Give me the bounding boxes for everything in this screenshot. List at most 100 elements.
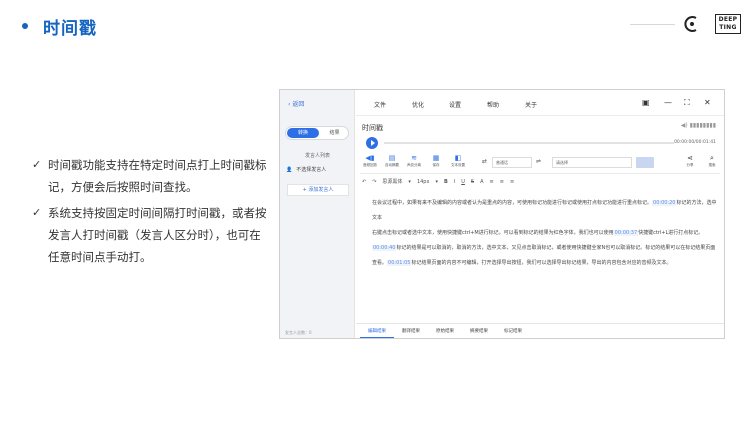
- font-select[interactable]: 思源黑体: [382, 178, 402, 185]
- bullet-list: ✓ 时间戳功能支持在特定时间点打上时间戳标记，方便会后按照时间查找。 ✓ 系统支…: [32, 154, 272, 272]
- toolbar-label: 自动摘要: [385, 163, 399, 167]
- toolbar-audio-replay[interactable]: ◀▮ 音频回放: [360, 154, 380, 168]
- tab-summary-result[interactable]: 摘要结果: [462, 324, 496, 338]
- text-color-button[interactable]: A: [480, 179, 483, 185]
- summary-icon: ▤: [388, 154, 396, 162]
- speaker-option[interactable]: 👤 不选择发言人: [286, 166, 327, 174]
- bullet-item: ✓ 时间戳功能支持在特定时间点打上时间戳标记，方便会后按照时间查找。: [32, 154, 272, 198]
- menu-optimize[interactable]: 优化: [412, 100, 424, 109]
- menu-help[interactable]: 帮助: [487, 100, 499, 109]
- timestamp-tag[interactable]: 00:00:20: [652, 200, 677, 206]
- toolbar-label: 文本设置: [451, 163, 465, 167]
- translate-button[interactable]: [636, 157, 654, 168]
- language-icon: ⇄: [482, 158, 488, 165]
- add-speaker-label: 添加发言人: [308, 187, 334, 193]
- menu-file[interactable]: 文件: [374, 100, 386, 109]
- document-title: 时间戳: [362, 124, 383, 132]
- paragraph-text: 在会议过程中，如果有来不及编辑的内容或者认为是重点的内容，可使用标记功能进行标记…: [372, 200, 653, 206]
- slide-title: 时间戳: [43, 19, 97, 39]
- redo-icon[interactable]: ↷: [372, 179, 376, 185]
- align-left-button[interactable]: ≡: [490, 179, 494, 185]
- paragraph-text: 快捷键ctrl+L进行打点标记。: [638, 230, 704, 236]
- back-label: 返回: [292, 101, 305, 108]
- header-divider: [630, 24, 675, 25]
- app-window: ‹ 返回 转换 结果 发言人列表 👤 不选择发言人 + 添加发言人 发言人总数：…: [279, 89, 725, 339]
- tab-original-result[interactable]: 原始结果: [428, 324, 462, 338]
- toggle-convert[interactable]: 转换: [287, 128, 319, 138]
- check-icon: ✓: [32, 206, 42, 219]
- speaker-list-label: 发言人列表: [304, 153, 330, 159]
- text-settings-icon: ◧: [454, 154, 462, 162]
- audio-waveform[interactable]: [384, 142, 674, 144]
- back-link[interactable]: ‹ 返回: [288, 99, 304, 108]
- toolbar-voice-separation[interactable]: ≋ 声纹分离: [404, 154, 424, 168]
- format-bar: ↶ ↷ 思源黑体 ▾ 14px ▾ B I U S A ≡ ≡ ≡: [362, 178, 514, 186]
- brand-mark-icon: [684, 16, 697, 32]
- underline-button[interactable]: U: [461, 179, 465, 185]
- menu-about[interactable]: 关于: [525, 100, 537, 109]
- search-icon: ⌕: [710, 154, 714, 162]
- toolbar-label: 音频回放: [363, 163, 377, 167]
- chevron-down-icon: ▾: [435, 178, 438, 185]
- align-center-button[interactable]: ≡: [500, 179, 504, 185]
- paragraph: 右键点击标记或者选中文本，使用快捷键ctrl+M进行标记，可以看到标记的结果为红…: [362, 226, 718, 241]
- timestamp-tag[interactable]: 00:01:05: [387, 260, 412, 266]
- tab-edit-result[interactable]: 编辑结果: [360, 324, 394, 338]
- timestamp-tag[interactable]: 00:00:37: [613, 230, 639, 236]
- target-select[interactable]: 请选择: [552, 157, 632, 168]
- close-icon[interactable]: ✕: [704, 98, 711, 107]
- bullet-text: 系统支持按固定时间间隔打时间戳，或者按发言人打时间戳（发言人区分时），也可在任意…: [48, 206, 267, 264]
- toolbar-label: 分享: [686, 163, 694, 167]
- waveform-icon: ≋: [411, 154, 417, 162]
- mode-toggle[interactable]: 转换 结果: [285, 126, 349, 140]
- paragraph-text: 右键点击标记或者选中文本，使用快捷键ctrl+M进行标记，可以看到标记的结果为红…: [372, 230, 614, 236]
- rewind-icon: ◀▮: [365, 154, 375, 162]
- result-tabs: 编辑结果 翻译结果 原始结果 摘要结果 标记结果: [356, 323, 724, 338]
- menu-settings[interactable]: 设置: [449, 100, 461, 109]
- chevron-down-icon: ▾: [408, 178, 411, 185]
- add-speaker-button[interactable]: + 添加发言人: [287, 184, 349, 196]
- toolbar-label: 搜索: [708, 163, 716, 167]
- italic-button[interactable]: I: [454, 179, 455, 185]
- person-icon: 👤: [286, 166, 293, 173]
- toolbar-auto-summary[interactable]: ▤ 自动摘要: [382, 154, 402, 168]
- window-icon[interactable]: ▣: [642, 98, 650, 107]
- share-icon: ⋖: [687, 154, 693, 162]
- bullet-item: ✓ 系统支持按固定时间间隔打时间戳，或者按发言人打时间戳（发言人区分时），也可在…: [32, 202, 272, 268]
- speaker-option-label: 不选择发言人: [296, 167, 327, 173]
- play-button[interactable]: [366, 137, 378, 149]
- tab-translate-result[interactable]: 翻译结果: [394, 324, 428, 338]
- undo-icon[interactable]: ↶: [362, 179, 366, 185]
- save-icon: ▦: [432, 154, 440, 162]
- strike-button[interactable]: S: [471, 179, 474, 185]
- language-select[interactable]: 普通话: [492, 157, 532, 168]
- paragraph: 在会议过程中，如果有来不及编辑的内容或者认为是重点的内容，可使用标记功能进行标记…: [362, 196, 718, 226]
- check-icon: ✓: [32, 158, 42, 171]
- toolbar-share[interactable]: ⋖ 分享: [680, 154, 700, 168]
- timestamp-tag[interactable]: 00:00:40: [372, 245, 397, 251]
- paragraph-text: 标记结果页面的内容不可编辑，打开选择导出按钮，我们可以选择导出标记结果，导出的内…: [411, 260, 672, 266]
- playback-time: 00:00:00/00:01:41: [674, 140, 716, 145]
- left-sidebar: ‹ 返回 转换 结果 发言人列表 👤 不选择发言人 + 添加发言人 发言人总数：…: [280, 90, 355, 338]
- bullet-text: 时间戳功能支持在特定时间点打上时间戳标记，方便会后按照时间查找。: [48, 158, 267, 194]
- toolbar-save[interactable]: ▦ 保存: [426, 154, 446, 168]
- swap-icon: ⇌: [536, 158, 542, 165]
- toolbar: ◀▮ 音频回放 ▤ 自动摘要 ≋ 声纹分离 ▦ 保存 ◧ 文本设置 ⇄ 普通话 …: [360, 154, 720, 174]
- font-size-select[interactable]: 14px: [417, 179, 430, 185]
- editor-main: 文件 优化 设置 帮助 关于 ▣ — ⛶ ✕ 时间戳 ◀) ▮▮▮▮▮▮▮▮ 0…: [356, 90, 724, 338]
- speaker-count: 发言人总数：0: [285, 330, 312, 335]
- align-right-button[interactable]: ≡: [510, 179, 514, 185]
- toolbar-text-settings[interactable]: ◧ 文本设置: [448, 154, 468, 168]
- maximize-icon[interactable]: ⛶: [684, 98, 690, 108]
- toolbar-label: 保存: [432, 163, 440, 167]
- transcript-body[interactable]: 在会议过程中，如果有来不及编辑的内容或者认为是重点的内容，可使用标记功能进行标记…: [362, 196, 718, 271]
- minimize-icon[interactable]: —: [664, 98, 672, 107]
- tab-marker-result[interactable]: 标记结果: [496, 324, 530, 338]
- volume-icon[interactable]: ◀) ▮▮▮▮▮▮▮▮: [681, 122, 716, 129]
- toggle-result[interactable]: 结果: [320, 128, 349, 138]
- toolbar-search[interactable]: ⌕ 搜索: [702, 154, 722, 168]
- bold-button[interactable]: B: [444, 179, 448, 185]
- title-bullet-dot: [22, 23, 28, 29]
- menu-bar: 文件 优化 设置 帮助 关于 ▣ — ⛶ ✕: [356, 90, 724, 116]
- paragraph: 00:00:40标记的结果是可以取消的，取消的方法，选中文本，又见点击取消标记，…: [362, 241, 718, 271]
